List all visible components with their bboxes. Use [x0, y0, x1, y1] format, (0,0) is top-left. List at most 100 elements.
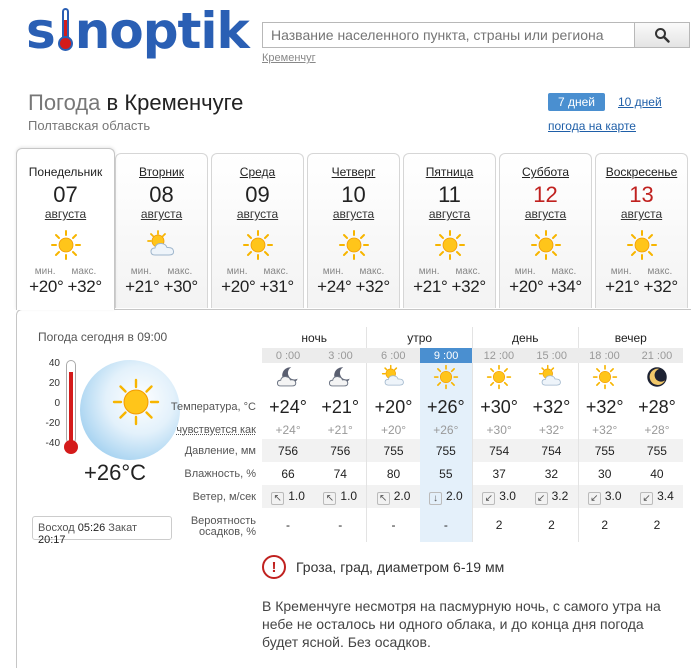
hourly-table: ночь утро день вечер 0 :00 3 :00 6 :00 9 :00 12 … — [170, 327, 683, 542]
wind-cell: ↙ 3.4 — [630, 485, 683, 508]
temp-max: +32° — [355, 277, 391, 296]
temp-cell: +24° — [269, 396, 307, 417]
temp-min: +21° — [125, 277, 160, 296]
hour-cell: 9 :00 — [419, 348, 473, 363]
wind-arrow-icon: ↖ — [323, 491, 337, 505]
sunset-time: 20:17 — [38, 534, 66, 546]
day-date: 10 — [341, 182, 366, 207]
day-name: Пятница — [425, 165, 474, 179]
search-button[interactable] — [635, 22, 690, 48]
wind-cell: ↖ 2.0 — [366, 485, 420, 508]
period-3: вечер — [577, 327, 683, 348]
feels-cell: +28° — [644, 423, 670, 437]
feels-cell: +26° — [419, 421, 473, 439]
wind-cell: ↖ 1.0 — [262, 485, 315, 508]
thermometer-icon — [64, 360, 78, 456]
label-temp: Температура, °C — [170, 401, 256, 413]
sunset-label: Закат — [108, 522, 138, 534]
label-feels: чувствуется как — [176, 424, 256, 436]
logo-text-start: s — [26, 2, 56, 60]
min-label: мин. — [226, 266, 248, 277]
feels-cell: +32° — [538, 423, 564, 437]
temp-min: +20° — [509, 277, 544, 296]
day-date: 13 — [629, 182, 654, 207]
sun-cloud-icon — [116, 225, 207, 265]
temp-max: +32° — [67, 277, 103, 296]
moon-cloud-icon — [262, 363, 314, 393]
wind-arrow-icon: ↖ — [376, 491, 390, 505]
day-card-3[interactable]: Среда 09 августа мин. макс. +20° +31° — [211, 153, 304, 308]
precip-cell: - — [286, 518, 291, 532]
pressure-cell: 756 — [262, 439, 315, 462]
label-wind: Ветер, м/сек — [192, 490, 256, 503]
sunrise-sunset: Восход 05:26 Закат 20:17 — [32, 516, 172, 546]
spacer — [170, 363, 262, 393]
day-name: Воскресенье — [605, 165, 678, 179]
day-date: 08 — [149, 182, 174, 207]
temp-cell: +26° — [419, 393, 473, 421]
sun-cloud-icon — [366, 363, 420, 393]
min-label: мин. — [322, 266, 344, 277]
temp-cell: +32° — [532, 396, 571, 417]
moon-cloud-icon — [314, 363, 367, 393]
logo-thermometer-icon — [57, 6, 73, 52]
wind-arrow-icon: ↓ — [428, 491, 442, 505]
precip-cell: 2 — [653, 518, 661, 532]
period-0: ночь — [301, 330, 327, 345]
day-card-1[interactable]: Понедельник 07 августа мин. макс. +20° +32… — [16, 148, 115, 310]
feels-cell: +20° — [366, 421, 420, 439]
pressure-cell: 755 — [630, 439, 683, 462]
day-card-5[interactable]: Пятница 11 августа мин. макс. +21° +32° — [403, 153, 496, 308]
day-card-7[interactable]: Воскресенье 13 августа мин. макс. +21° +32… — [595, 153, 688, 308]
day-date: 07 — [53, 182, 78, 207]
day-card-6[interactable]: Суббота 12 августа мин. макс. +20° +34° — [499, 153, 592, 308]
hour-cell: 3 :00 — [314, 348, 367, 363]
sunrise-label: Восход — [38, 522, 75, 534]
max-label: макс. — [647, 266, 673, 277]
temp-min: +21° — [413, 277, 448, 296]
weather-map-link[interactable]: погода на карте — [548, 119, 636, 133]
pressure-cell: 755 — [419, 439, 473, 462]
temp-cell: +20° — [366, 393, 420, 421]
max-label: макс. — [263, 266, 289, 277]
site-logo[interactable]: s noptik — [26, 6, 250, 56]
wind-speed: 2.0 — [445, 488, 463, 503]
scale-tick: -20 — [45, 418, 60, 429]
wind-cell: ↖ 1.0 — [314, 485, 367, 508]
sun-icon — [308, 225, 399, 265]
warning-icon: ! — [262, 555, 286, 579]
scale-tick: -40 — [45, 438, 60, 449]
day-temps: +24° +32° — [308, 277, 399, 297]
temp-min: +24° — [317, 277, 352, 296]
wind-speed: 1.0 — [288, 488, 305, 503]
day-card-4[interactable]: Четверг 10 августа мин. макс. +24° +32° — [307, 153, 400, 308]
pressure-cell: 755 — [577, 439, 631, 462]
tab-10-days[interactable]: 10 дней — [618, 95, 662, 109]
period-1: утро — [366, 327, 473, 348]
humidity-cell: 30 — [577, 462, 631, 485]
search-input[interactable] — [262, 22, 635, 48]
max-label: макс. — [455, 266, 481, 277]
humidity-cell: 32 — [544, 466, 559, 481]
feels-cell: +24° — [275, 423, 301, 437]
day-card-2[interactable]: Вторник 08 августа мин. макс. +21° +30° — [115, 153, 208, 308]
pressure-cell: 756 — [314, 439, 367, 462]
region-label: Полтавская область — [28, 118, 151, 133]
humidity-cell: 80 — [366, 462, 420, 485]
tab-7-days[interactable]: 7 дней — [548, 93, 605, 111]
day-temps: +20° +31° — [212, 277, 303, 297]
humidity-cell: 37 — [471, 462, 526, 485]
hour-cell: 21 :00 — [630, 348, 683, 363]
search-hint-link[interactable]: Кременчуг — [262, 52, 316, 64]
wind-speed: 3.0 — [499, 488, 516, 503]
wind-cell: ↙ 3.0 — [577, 485, 631, 508]
temp-min: +20° — [221, 277, 256, 296]
pressure-cell: 754 — [525, 439, 579, 462]
feels-cell: +30° — [471, 421, 526, 439]
label-pressure: Давление, мм — [184, 444, 256, 457]
day-temps: +21° +32° — [404, 277, 495, 297]
sun-icon — [596, 225, 687, 265]
humidity-cell: 66 — [281, 466, 295, 481]
day-name: Среда — [239, 165, 276, 179]
day-month: августа — [236, 207, 279, 221]
